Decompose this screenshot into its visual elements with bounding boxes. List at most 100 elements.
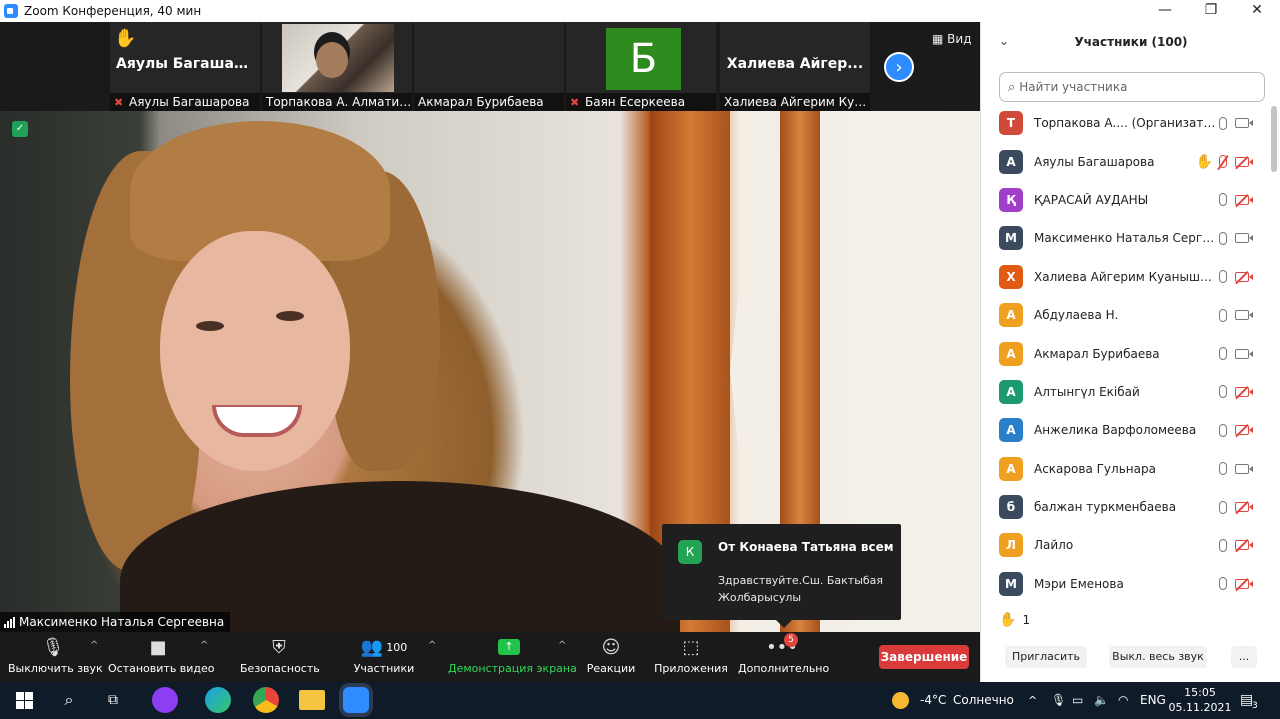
microphone-icon[interactable] xyxy=(1219,231,1227,245)
gallery-tile[interactable]: Акмарал Бурибаева xyxy=(414,22,564,111)
raised-hand-icon: ✋ xyxy=(114,28,137,49)
edge-browser-icon[interactable] xyxy=(205,687,231,713)
reactions-button[interactable]: ☺ Реакции xyxy=(586,632,636,682)
view-button[interactable]: ▦ Вид xyxy=(932,32,972,46)
microphone-icon[interactable] xyxy=(1219,193,1227,207)
apps-button[interactable]: ⬚ Приложения xyxy=(654,632,728,682)
video-off-icon[interactable] xyxy=(1235,156,1253,167)
file-explorer-icon[interactable] xyxy=(299,690,325,710)
video-off-icon[interactable] xyxy=(1235,194,1253,205)
participant-row[interactable]: А Аскарова Гульнара xyxy=(981,450,1273,488)
video-camera-icon[interactable] xyxy=(1235,233,1253,244)
participant-list-scrollbar[interactable] xyxy=(1271,104,1277,598)
tray-microphone-icon[interactable]: 🎙 xyxy=(1051,682,1066,719)
weather-temperature[interactable]: -4°C xyxy=(920,682,946,719)
gallery-tile[interactable]: Торпакова А. Алматинс... xyxy=(262,22,412,111)
video-off-icon[interactable] xyxy=(1235,271,1253,282)
video-camera-icon[interactable] xyxy=(1235,348,1253,359)
mic-muted-icon[interactable] xyxy=(1219,155,1227,169)
participant-row[interactable]: М Мэри Еменова xyxy=(981,565,1273,598)
participant-row[interactable]: Қ ҚАРАСАЙ АУДАНЫ xyxy=(981,181,1273,219)
windows-start-icon[interactable] xyxy=(12,687,38,713)
end-meeting-button[interactable]: Завершение xyxy=(879,645,969,669)
tray-chevron-up-icon[interactable]: ^ xyxy=(1028,682,1037,719)
chevron-up-icon[interactable]: ^ xyxy=(428,640,436,651)
mute-button[interactable]: 🎙 Выключить звук ^ xyxy=(8,632,103,682)
participants-count: 100 xyxy=(386,640,408,654)
microphone-icon[interactable] xyxy=(1219,385,1227,399)
video-off-icon[interactable] xyxy=(1235,540,1253,551)
microphone-icon[interactable] xyxy=(1219,308,1227,322)
invite-button[interactable]: Пригласить xyxy=(1005,646,1087,668)
volume-icon[interactable]: 🔈 xyxy=(1094,682,1109,719)
security-button[interactable]: ⛨ Безопасность xyxy=(240,632,320,682)
maximize-button[interactable]: ❐ xyxy=(1188,0,1234,22)
participant-name: Анжелика Варфоломеева xyxy=(1034,423,1197,438)
notification-count: 3 xyxy=(1252,701,1258,711)
windows-taskbar: ⌕ ⧉ -4°C Солнечно ^ 🎙 ▭ 🔈 ◠ ENG 15:05 05… xyxy=(0,682,1280,719)
participant-row[interactable]: А Анжелика Варфоломеева xyxy=(981,411,1273,449)
ellipsis-icon: ••• xyxy=(766,636,798,658)
next-page-arrow-icon[interactable]: › xyxy=(884,52,914,82)
video-off-icon[interactable] xyxy=(1235,502,1253,513)
participant-row[interactable]: А Акмарал Бурибаева xyxy=(981,334,1273,372)
scrollbar-thumb[interactable] xyxy=(1271,106,1277,172)
participant-status xyxy=(1219,270,1253,284)
mute-all-button[interactable]: Выкл. весь звук xyxy=(1109,646,1207,668)
taskbar-clock[interactable]: 15:05 05.11.2021 xyxy=(1168,685,1232,715)
participant-row[interactable]: Л Лайло xyxy=(981,526,1273,564)
close-button[interactable]: ✕ xyxy=(1234,0,1280,22)
window-controls: — ❐ ✕ xyxy=(1142,0,1280,22)
search-input[interactable] xyxy=(1019,80,1250,94)
participant-avatar: Л xyxy=(999,533,1023,558)
participant-row[interactable]: А Алтынгүл Екібай xyxy=(981,373,1273,411)
participant-row[interactable]: А Абдулаева Н. xyxy=(981,296,1273,334)
video-off-icon[interactable] xyxy=(1235,386,1253,397)
participant-row[interactable]: А Аяулы Багашарова ✋ xyxy=(981,142,1273,180)
video-camera-icon[interactable] xyxy=(1235,463,1253,474)
panel-more-button[interactable]: ... xyxy=(1231,646,1257,668)
more-button[interactable]: ••• 5 Дополнительно xyxy=(738,632,829,682)
gallery-tile[interactable]: Б ✖ Баян Есеркеева xyxy=(566,22,716,111)
chevron-up-icon[interactable]: ^ xyxy=(200,640,208,651)
chevron-up-icon[interactable]: ^ xyxy=(558,640,566,651)
participant-row[interactable]: Т Торпакова А.... (Организатор, я) xyxy=(981,104,1273,142)
microphone-icon[interactable] xyxy=(1219,462,1227,476)
share-screen-button[interactable]: ↑ Демонстрация экрана ^ xyxy=(448,632,577,682)
participant-row[interactable]: М Максименко Наталья Сергеевна xyxy=(981,219,1273,257)
microphone-icon[interactable] xyxy=(1219,347,1227,361)
video-off-icon[interactable] xyxy=(1235,425,1253,436)
microphone-icon[interactable] xyxy=(1219,423,1227,437)
microphone-icon[interactable] xyxy=(1219,538,1227,552)
chat-notification[interactable]: К От Конаева Татьяна всем Здравствуйте.С… xyxy=(662,524,901,628)
tile-display-name: Халиева Айгер... xyxy=(726,56,864,72)
gallery-tile[interactable]: Халиева Айгер... Халиева Айгерим Куан... xyxy=(720,22,870,111)
microphone-icon[interactable] xyxy=(1219,500,1227,514)
minimize-button[interactable]: — xyxy=(1142,0,1188,22)
search-icon[interactable]: ⌕ xyxy=(56,687,82,713)
zoom-taskbar-icon[interactable] xyxy=(343,687,369,713)
battery-icon[interactable]: ▭ xyxy=(1072,682,1083,719)
input-language[interactable]: ENG xyxy=(1140,682,1166,719)
participant-row[interactable]: б балжан туркменбаева xyxy=(981,488,1273,526)
task-view-icon[interactable]: ⧉ xyxy=(100,687,126,713)
network-icon[interactable]: ◠ xyxy=(1118,682,1128,719)
encryption-shield-icon[interactable]: ✓ xyxy=(12,121,28,137)
microphone-icon[interactable] xyxy=(1219,270,1227,284)
participant-row[interactable]: Х Халиева Айгерим Куанышбаев... xyxy=(981,258,1273,296)
video-camera-icon[interactable] xyxy=(1235,310,1253,321)
chrome-browser-icon[interactable] xyxy=(253,687,279,713)
microphone-icon[interactable] xyxy=(1219,116,1227,130)
video-camera-icon[interactable] xyxy=(1235,118,1253,129)
gallery-tile[interactable]: ✋ Аяулы Багашар... ✖ Аяулы Багашарова xyxy=(110,22,260,111)
participants-button[interactable]: 👥 100 Участники ^ xyxy=(350,632,437,682)
weather-condition[interactable]: Солнечно xyxy=(953,682,1014,719)
stop-video-button[interactable]: ■ Остановить видео ^ xyxy=(108,632,215,682)
video-off-icon[interactable] xyxy=(1235,578,1253,589)
raised-hand-count: 1 xyxy=(1022,613,1031,627)
alice-assistant-icon[interactable] xyxy=(152,687,178,713)
microphone-icon[interactable] xyxy=(1219,577,1227,591)
participant-name: Максименко Наталья Сергеевна xyxy=(1034,231,1219,246)
chevron-up-icon[interactable]: ^ xyxy=(90,640,98,651)
share-screen-label: Демонстрация экрана xyxy=(448,662,577,675)
